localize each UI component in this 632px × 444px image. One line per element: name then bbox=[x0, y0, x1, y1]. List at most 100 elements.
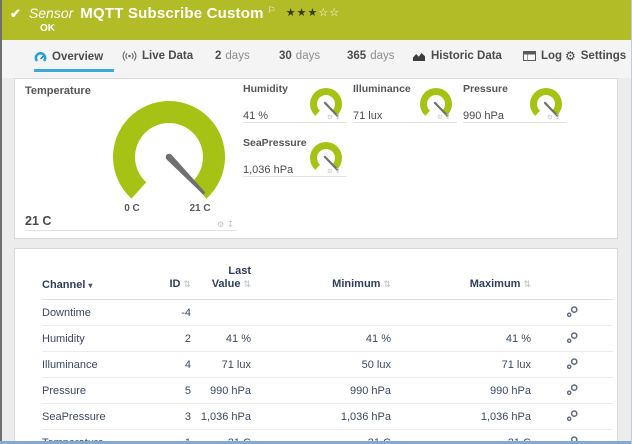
divider bbox=[25, 230, 237, 231]
column-header-channel[interactable]: Channel▾ bbox=[42, 265, 152, 300]
gauge-icon bbox=[34, 50, 47, 63]
tab-label: Log bbox=[541, 50, 562, 62]
gear-icon[interactable]: ⚙ bbox=[327, 113, 335, 121]
gauge-scale-min: 0 C bbox=[115, 203, 149, 214]
sensor-title: MQTT Subscribe Custom bbox=[80, 5, 263, 22]
panel-actions[interactable]: ⚙↧ bbox=[547, 114, 562, 121]
sensor-overview-page: ✔ Sensor MQTT Subscribe Custom ⚐ ★★★☆☆ O… bbox=[0, 0, 632, 444]
table-row[interactable]: SeaPressure 3 1,036 hPa 1,036 hPa 1,036 … bbox=[42, 404, 613, 430]
channel-minimum bbox=[251, 300, 391, 326]
tab-label: 2 bbox=[215, 50, 221, 62]
priority-rating[interactable]: ★★★☆☆ bbox=[286, 6, 340, 19]
active-tab-indicator bbox=[34, 69, 114, 72]
tab-365-days[interactable]: 365 days bbox=[347, 50, 394, 62]
gauge-title: Humidity bbox=[243, 83, 288, 95]
channel-name: Pressure bbox=[42, 378, 152, 404]
channel-settings-icon[interactable] bbox=[566, 305, 579, 318]
object-kind-label: Sensor bbox=[29, 5, 73, 21]
column-header-minimum[interactable]: Minimum⇅ bbox=[251, 265, 391, 300]
table-row[interactable]: Humidity 2 41 % 41 % 41 % bbox=[42, 326, 613, 352]
column-header-actions bbox=[531, 265, 613, 300]
panel-actions[interactable]: ⚙↧ bbox=[437, 114, 452, 121]
sort-icon: ⇅ bbox=[183, 280, 191, 290]
gauges-card: Temperature 0 C 21 C 21 C ⚙↧ Humidity 41… bbox=[14, 78, 618, 239]
channel-minimum: 41 % bbox=[251, 326, 391, 352]
sort-icon: ⇅ bbox=[383, 280, 391, 290]
gear-icon[interactable]: ⚙ bbox=[217, 220, 227, 229]
channel-settings-icon[interactable] bbox=[566, 409, 579, 422]
status-ok-check-icon: ✔ bbox=[10, 6, 21, 22]
column-header-last-value[interactable]: LastValue⇅ bbox=[191, 265, 251, 300]
sort-desc-icon: ▾ bbox=[88, 281, 92, 290]
tab-live-data[interactable]: Live Data bbox=[122, 50, 193, 62]
download-icon[interactable]: ↧ bbox=[335, 167, 342, 175]
tab-suffix: days bbox=[296, 50, 320, 62]
tab-settings[interactable]: ⚙ Settings bbox=[565, 50, 626, 62]
channel-minimum: 1,036 hPa bbox=[251, 404, 391, 430]
channel-settings-icon[interactable] bbox=[566, 357, 579, 370]
panel-actions[interactable]: ⚙↧ bbox=[217, 221, 237, 229]
channel-name: Illuminance bbox=[42, 352, 152, 378]
channel-last-value bbox=[191, 300, 251, 326]
tab-label: Live Data bbox=[142, 50, 193, 62]
tab-overview[interactable]: Overview bbox=[34, 50, 103, 63]
channel-settings-icon[interactable] bbox=[566, 383, 579, 396]
channel-last-value: 41 % bbox=[191, 326, 251, 352]
download-icon[interactable]: ↧ bbox=[445, 113, 452, 121]
download-icon[interactable]: ↧ bbox=[555, 113, 562, 121]
download-icon[interactable]: ↧ bbox=[227, 220, 237, 229]
gear-icon[interactable]: ⚙ bbox=[327, 167, 335, 175]
sort-icon: ⇅ bbox=[243, 280, 251, 290]
status-badge: OK bbox=[40, 23, 55, 34]
star-empty-icon[interactable]: ☆☆ bbox=[318, 7, 340, 19]
column-header-maximum[interactable]: Maximum⇅ bbox=[391, 265, 531, 300]
gauge-title: SeaPressure bbox=[243, 137, 307, 149]
channels-card: Channel▾ ID⇅ LastValue⇅ Minimum⇅ Maximum… bbox=[14, 248, 618, 444]
tab-log[interactable]: Log bbox=[523, 50, 562, 62]
sort-icon: ⇅ bbox=[523, 280, 531, 290]
window-edge-left bbox=[0, 0, 2, 444]
sensor-header: ✔ Sensor MQTT Subscribe Custom ⚐ ★★★☆☆ O… bbox=[0, 0, 632, 40]
channel-last-value: 1,036 hPa bbox=[191, 404, 251, 430]
channel-settings-icon[interactable] bbox=[566, 331, 579, 344]
priority-flag-icon: ⚐ bbox=[268, 5, 276, 16]
gauge-panel-seapressure: SeaPressure 1,036 hPa ⚙↧ bbox=[243, 137, 347, 183]
panel-actions[interactable]: ⚙↧ bbox=[327, 168, 342, 175]
gauge-title: Pressure bbox=[463, 83, 508, 95]
divider bbox=[243, 176, 347, 177]
channel-maximum: 71 lux bbox=[391, 352, 531, 378]
tab-label: 30 bbox=[279, 50, 292, 62]
tab-suffix: days bbox=[370, 50, 394, 62]
temperature-gauge bbox=[111, 99, 227, 215]
gauge-panel-humidity: Humidity 41 % ⚙↧ bbox=[243, 83, 347, 129]
star-filled-icon[interactable]: ★★★ bbox=[286, 7, 319, 19]
gear-icon: ⚙ bbox=[565, 50, 576, 62]
broadcast-icon bbox=[122, 50, 137, 62]
table-row[interactable]: Pressure 5 990 hPa 990 hPa 990 hPa bbox=[42, 378, 613, 404]
column-header-id[interactable]: ID⇅ bbox=[152, 265, 191, 300]
gauge-title: Temperature bbox=[25, 85, 91, 97]
tab-label: Historic Data bbox=[431, 50, 502, 62]
channel-name: SeaPressure bbox=[42, 404, 152, 430]
gauge-current-value: 21 C bbox=[25, 214, 51, 228]
table-row[interactable]: Illuminance 4 71 lux 50 lux 71 lux bbox=[42, 352, 613, 378]
tab-suffix: days bbox=[225, 50, 249, 62]
channel-last-value: 990 hPa bbox=[191, 378, 251, 404]
channel-id: -4 bbox=[152, 300, 191, 326]
channel-id: 4 bbox=[152, 352, 191, 378]
channel-minimum: 990 hPa bbox=[251, 378, 391, 404]
gauge-scale-max: 21 C bbox=[183, 203, 217, 214]
gear-icon[interactable]: ⚙ bbox=[437, 113, 445, 121]
gear-icon[interactable]: ⚙ bbox=[547, 113, 555, 121]
download-icon[interactable]: ↧ bbox=[335, 113, 342, 121]
tab-2-days[interactable]: 2 days bbox=[215, 50, 250, 62]
tab-label: Overview bbox=[52, 51, 103, 63]
tab-30-days[interactable]: 30 days bbox=[279, 50, 320, 62]
divider bbox=[463, 122, 567, 123]
tab-historic-data[interactable]: Historic Data bbox=[412, 50, 502, 62]
divider bbox=[243, 122, 347, 123]
gauge-panel-illuminance: Illuminance 71 lux ⚙↧ bbox=[353, 83, 457, 129]
gauge-current-value: 990 hPa bbox=[463, 110, 504, 122]
panel-actions[interactable]: ⚙↧ bbox=[327, 114, 342, 121]
table-row[interactable]: Downtime -4 bbox=[42, 300, 613, 326]
